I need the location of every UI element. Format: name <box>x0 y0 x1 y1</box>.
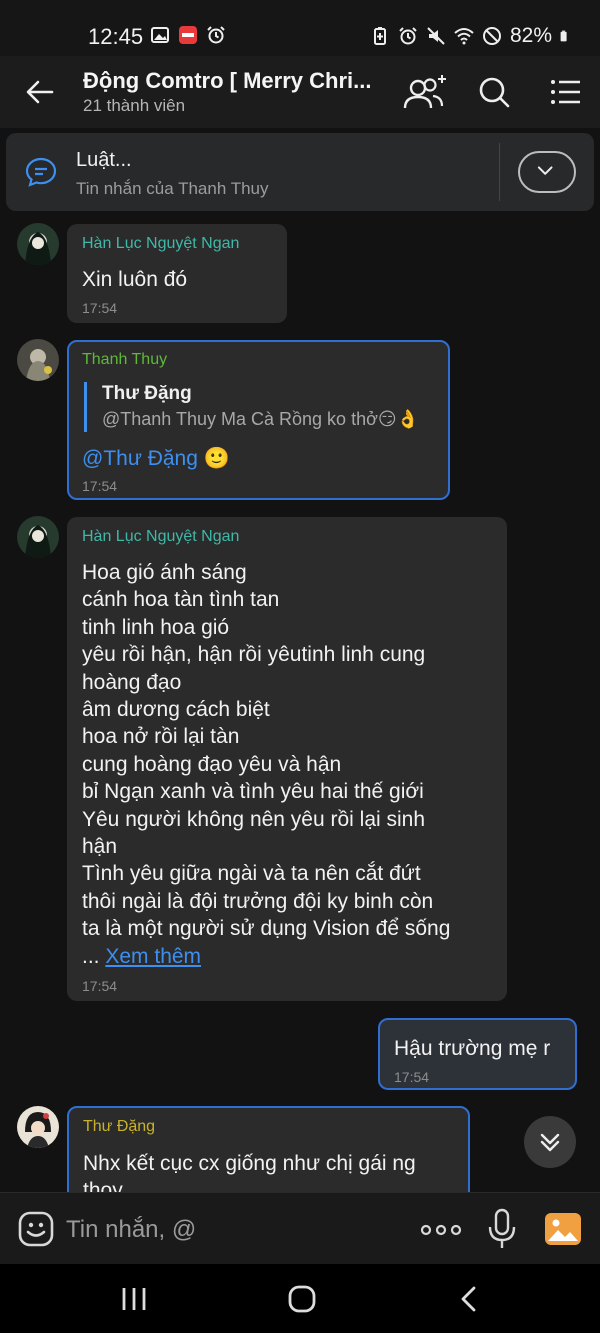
status-bar: 12:45 82% <box>0 0 600 56</box>
battery-icon <box>560 30 567 42</box>
recent-apps-icon[interactable] <box>114 1282 154 1316</box>
see-more-link[interactable]: Xem thêm <box>105 945 201 968</box>
chevron-down-icon <box>537 166 553 175</box>
sender-name[interactable]: Hàn Lục Nguyệt Ngan <box>82 235 239 253</box>
status-right-icons: 82% <box>370 24 572 48</box>
ellipsis: ... <box>82 945 106 968</box>
microphone-icon[interactable] <box>486 1207 518 1251</box>
mute-icon <box>427 27 445 45</box>
double-chevron-down-icon <box>540 1133 560 1152</box>
pinned-message-bar[interactable]: Luật... Tin nhắn của Thanh Thuy <box>6 133 594 211</box>
expand-pinned-button[interactable] <box>518 151 576 193</box>
alarm-icon <box>207 26 225 44</box>
add-member-icon[interactable] <box>402 72 446 112</box>
message-composer <box>0 1192 600 1264</box>
see-more-line: ... Xem thêm <box>82 943 201 970</box>
avatar[interactable] <box>17 516 59 558</box>
status-time: 12:45 <box>88 24 144 49</box>
status-left-icons <box>150 25 226 45</box>
sender-name[interactable]: Hàn Lục Nguyệt Ngan <box>82 528 239 546</box>
home-icon[interactable] <box>282 1282 322 1316</box>
quoted-text[interactable]: @Thanh Thuy Ma Cà Rồng ko thở😏👌 <box>102 409 419 430</box>
battery-percent: 82% <box>509 24 552 47</box>
image-picker-icon[interactable] <box>544 1210 582 1248</box>
message-bubble[interactable]: Thanh Thuy Thư Đặng @Thanh Thuy Ma Cà Rồ… <box>67 340 450 500</box>
sender-name[interactable]: Thanh Thuy <box>82 351 167 369</box>
gallery-icon <box>151 27 169 43</box>
message-text: @Thư Đặng 🙂 <box>82 445 230 472</box>
back-nav-icon[interactable] <box>450 1282 490 1316</box>
system-nav-bar <box>0 1264 600 1333</box>
message-time: 17:54 <box>82 300 118 316</box>
quoted-sender[interactable]: Thư Đặng <box>102 383 192 405</box>
member-count[interactable]: 21 thành viên <box>83 96 185 116</box>
pinned-subtitle: Tin nhắn của Thanh Thuy <box>76 179 269 198</box>
battery-saver-icon <box>373 27 386 45</box>
alarm-icon <box>399 27 417 45</box>
message-bubble[interactable]: Thư Đặng Nhx kết cục cx giống như chị gá… <box>67 1106 470 1206</box>
message-text: Hoa gió ánh sáng cánh hoa tàn tình tan t… <box>82 561 451 941</box>
more-options-icon[interactable] <box>418 1215 464 1245</box>
message-time: 17:54 <box>394 1069 430 1085</box>
message-bubble[interactable]: Hàn Lục Nguyệt Ngan Hoa gió ánh sáng cán… <box>67 517 507 1001</box>
avatar[interactable] <box>17 1106 59 1148</box>
message-input[interactable] <box>66 1213 396 1247</box>
avatar[interactable] <box>17 223 59 265</box>
message-time: 17:54 <box>82 978 118 994</box>
emoji: 🙂 <box>203 447 230 470</box>
back-arrow-icon[interactable] <box>22 74 58 110</box>
message-time: 17:54 <box>82 478 118 494</box>
avatar[interactable] <box>17 339 59 381</box>
mention-link[interactable]: @Thư Đặng <box>82 447 198 470</box>
message-text: Xin luôn đó <box>82 268 188 291</box>
sticker-emoji-icon[interactable] <box>18 1211 54 1247</box>
chat-title[interactable]: Động Comtro [ Merry Chri... <box>83 68 373 94</box>
no-data-icon <box>482 27 501 45</box>
chat-header: Động Comtro [ Merry Chri... 21 thành viê… <box>0 56 600 128</box>
divider <box>499 143 500 201</box>
chat-bubble-icon <box>25 157 57 187</box>
pinned-title: Luật... <box>76 149 132 171</box>
search-icon[interactable] <box>472 72 516 112</box>
scroll-to-bottom-button[interactable] <box>524 1116 576 1168</box>
sender-name[interactable]: Thư Đặng <box>83 1118 155 1136</box>
manga-app-icon <box>179 26 197 44</box>
menu-list-icon[interactable] <box>544 72 588 112</box>
wifi-icon <box>454 28 474 45</box>
quote-bar <box>84 382 87 432</box>
outgoing-message-bubble[interactable]: Hậu trường mẹ r 17:54 <box>378 1018 577 1090</box>
message-bubble[interactable]: Hàn Lục Nguyệt Ngan Xin luôn đó 17:54 <box>67 224 287 323</box>
message-text: Hậu trường mẹ r <box>394 1037 551 1060</box>
